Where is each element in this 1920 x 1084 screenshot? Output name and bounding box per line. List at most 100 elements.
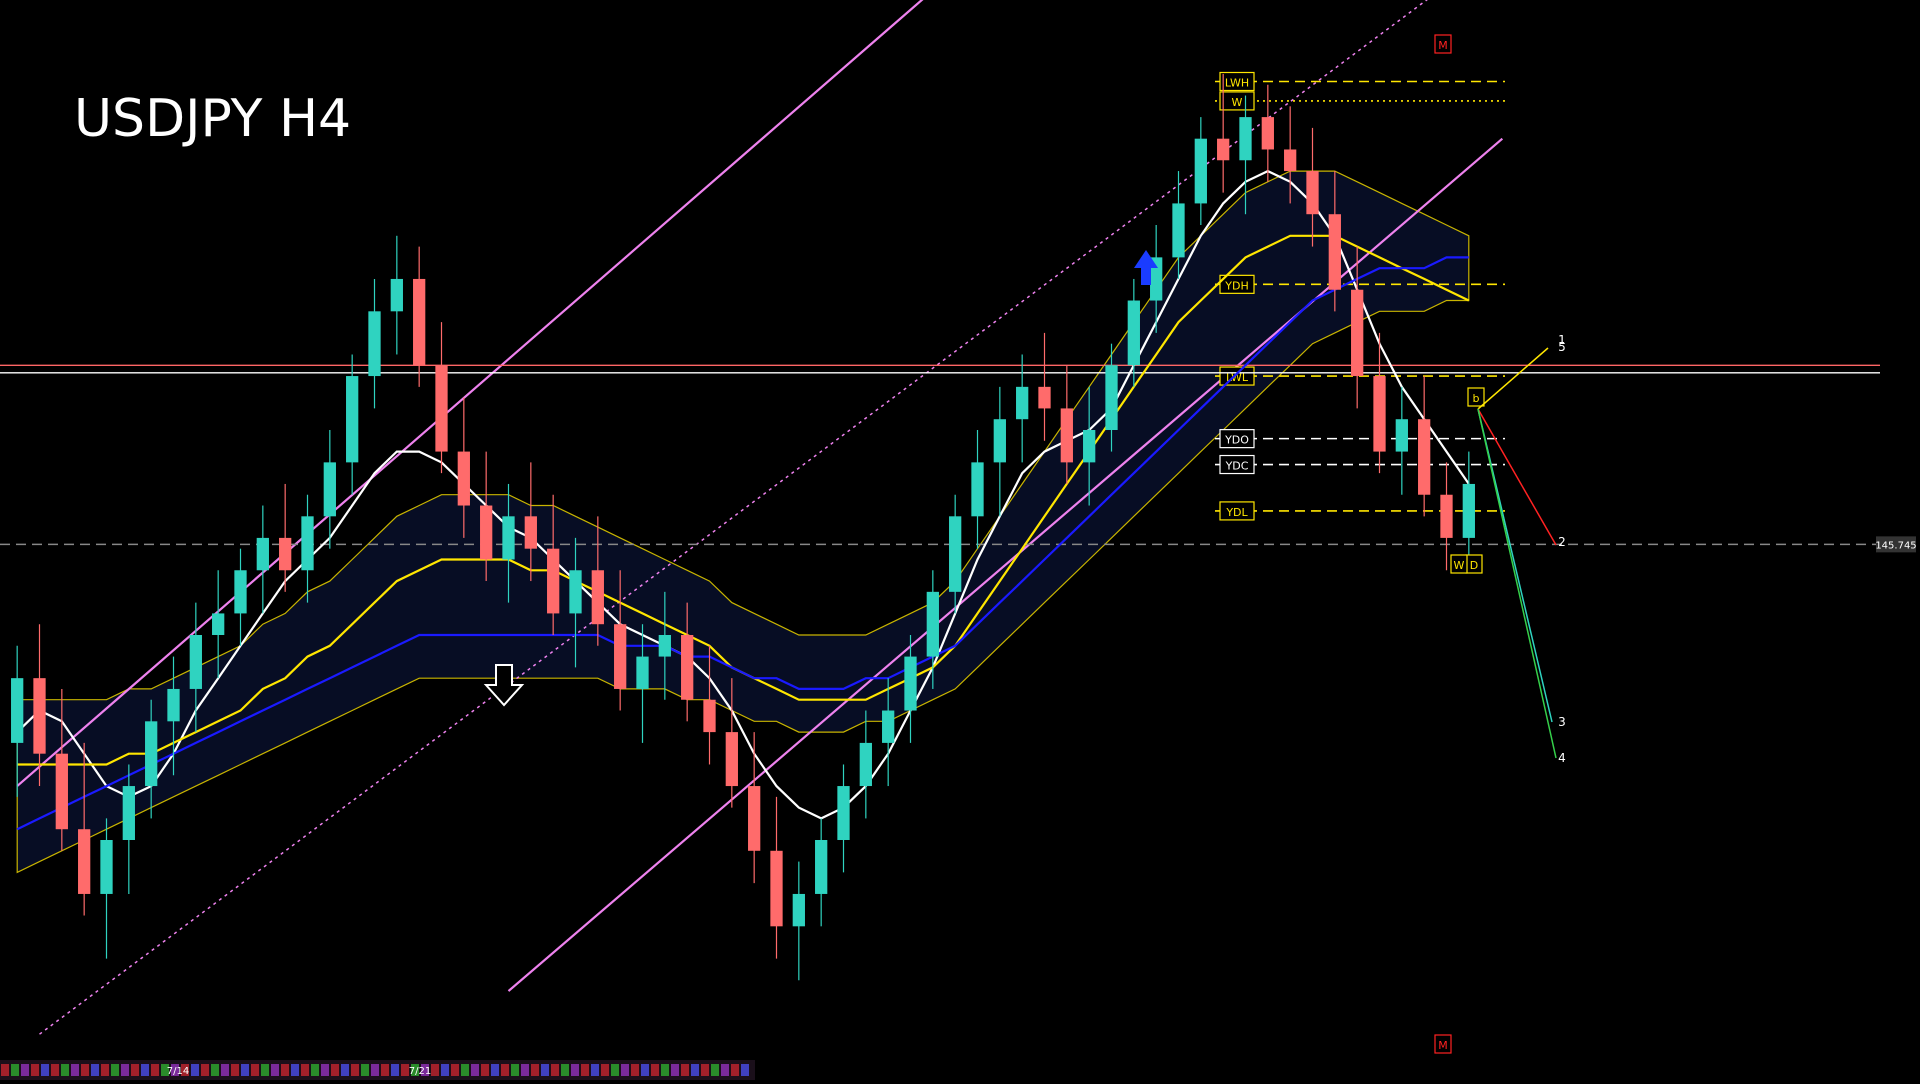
- candle-body-23: [524, 516, 537, 549]
- time-cell-1: [11, 1064, 19, 1076]
- candle-body-35: [792, 893, 805, 927]
- time-cell-35: [351, 1064, 359, 1076]
- candle-body-0: [11, 678, 24, 743]
- time-cell-60: [601, 1064, 609, 1076]
- candle-body-18: [413, 278, 426, 366]
- candle-body-24: [547, 548, 560, 614]
- price-chart[interactable]: LWHWYDHLWLYDOYDCYDL bDMMW15234 USDJPY H4…: [0, 0, 1920, 1080]
- time-cell-3: [31, 1064, 39, 1076]
- candle-body-34: [770, 850, 783, 927]
- candle-body-11: [256, 537, 269, 571]
- candle-body-56: [1261, 117, 1274, 150]
- time-cell-13: [131, 1064, 139, 1076]
- time-cell-73: [731, 1064, 739, 1076]
- time-cell-68: [681, 1064, 689, 1076]
- level-tag-0: LWH: [1225, 77, 1249, 90]
- time-cell-38: [381, 1064, 389, 1076]
- candle-body-46: [1038, 386, 1051, 409]
- candle-body-39: [882, 710, 895, 743]
- time-cell-19: [191, 1064, 199, 1076]
- pivot-label-1: D: [1470, 559, 1478, 572]
- time-cell-8: [81, 1064, 89, 1076]
- level-tag-4: YDO: [1224, 434, 1249, 447]
- candle-body-13: [301, 516, 314, 571]
- candle-body-27: [614, 624, 627, 689]
- time-cell-64: [641, 1064, 649, 1076]
- candle-body-57: [1284, 149, 1297, 172]
- price-scale-label: 145.745: [1875, 540, 1916, 551]
- time-cell-50: [501, 1064, 509, 1076]
- time-cell-7: [71, 1064, 79, 1076]
- candle-body-49: [1105, 365, 1118, 430]
- time-cell-12: [121, 1064, 129, 1076]
- pivot-label-2: M: [1438, 39, 1448, 52]
- time-cell-28: [281, 1064, 289, 1076]
- time-cell-24: [241, 1064, 249, 1076]
- candle-body-50: [1127, 300, 1140, 366]
- time-cell-30: [301, 1064, 309, 1076]
- pivot-label-3: M: [1438, 1039, 1448, 1052]
- time-cell-15: [151, 1064, 159, 1076]
- pivot-label-4: W: [1454, 559, 1465, 572]
- level-tag-1: W: [1232, 96, 1243, 109]
- pivot-label-0: b: [1473, 392, 1480, 405]
- candle-body-1: [33, 678, 46, 754]
- time-cell-20: [201, 1064, 209, 1076]
- candle-body-36: [815, 840, 828, 894]
- candle-body-7: [167, 688, 180, 722]
- time-cell-31: [311, 1064, 319, 1076]
- candle-body-63: [1418, 419, 1431, 495]
- time-cell-48: [481, 1064, 489, 1076]
- time-cell-44: [441, 1064, 449, 1076]
- time-cell-6: [61, 1064, 69, 1076]
- candle-body-16: [368, 311, 381, 377]
- candle-body-14: [323, 462, 336, 517]
- candle-body-12: [279, 537, 292, 571]
- time-cell-63: [631, 1064, 639, 1076]
- candle-body-33: [748, 786, 761, 851]
- time-cell-36: [361, 1064, 369, 1076]
- candle-body-48: [1083, 430, 1096, 463]
- candle-body-20: [457, 451, 470, 506]
- time-cell-39: [391, 1064, 399, 1076]
- candle-body-62: [1395, 419, 1408, 452]
- candle-body-42: [949, 516, 962, 592]
- time-cell-46: [461, 1064, 469, 1076]
- candle-body-59: [1328, 214, 1341, 290]
- time-cell-71: [711, 1064, 719, 1076]
- candle-body-43: [971, 462, 984, 517]
- time-cell-43: [431, 1064, 439, 1076]
- candle-body-30: [681, 635, 694, 700]
- chart-area[interactable]: LWH W YDH LWL YDO YDC YDL bDMMW15234 USDJPY H4…: [0, 0, 1920, 1080]
- candle-body-19: [435, 365, 448, 452]
- time-cell-61: [611, 1064, 619, 1076]
- candle-body-52: [1172, 203, 1185, 258]
- candle-body-38: [859, 742, 872, 787]
- time-cell-56: [561, 1064, 569, 1076]
- candle-body-44: [993, 419, 1006, 463]
- level-tag-6: YDL: [1225, 506, 1248, 519]
- time-cell-58: [581, 1064, 589, 1076]
- time-cell-21: [211, 1064, 219, 1076]
- candle-body-64: [1440, 494, 1453, 538]
- time-cell-59: [591, 1064, 599, 1076]
- candle-body-31: [703, 699, 716, 733]
- candle-body-9: [212, 613, 225, 635]
- time-cell-69: [691, 1064, 699, 1076]
- candle-body-55: [1239, 117, 1252, 161]
- candle-body-32: [725, 732, 738, 787]
- candle-body-60: [1351, 289, 1364, 377]
- time-cell-52: [521, 1064, 529, 1076]
- time-cell-22: [221, 1064, 229, 1076]
- time-cell-37: [371, 1064, 379, 1076]
- time-cell-27: [271, 1064, 279, 1076]
- time-cell-11: [111, 1064, 119, 1076]
- time-cell-62: [621, 1064, 629, 1076]
- time-cell-49: [491, 1064, 499, 1076]
- time-cell-29: [291, 1064, 299, 1076]
- candle-body-5: [122, 786, 135, 840]
- level-tag-2: YDH: [1224, 279, 1248, 292]
- time-cell-74: [741, 1064, 749, 1076]
- chart-title: USDJPY H4: [74, 89, 351, 149]
- time-cell-25: [251, 1064, 259, 1076]
